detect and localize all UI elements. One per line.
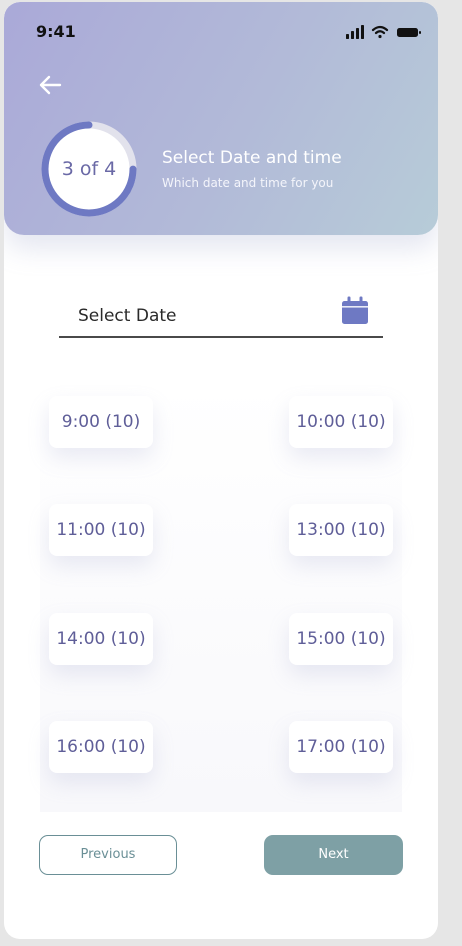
back-arrow-icon[interactable]	[38, 74, 62, 96]
time-slot[interactable]: 17:00 (10)	[289, 721, 393, 773]
time-slot[interactable]: 9:00 (10)	[49, 396, 153, 448]
date-underline	[59, 336, 383, 338]
status-time: 9:41	[36, 22, 76, 41]
calendar-icon[interactable]	[340, 295, 370, 325]
status-icons	[346, 25, 421, 39]
time-slot[interactable]: 14:00 (10)	[49, 613, 153, 665]
previous-button[interactable]: Previous	[39, 835, 177, 875]
wifi-icon	[371, 25, 389, 39]
time-slot[interactable]: 13:00 (10)	[289, 504, 393, 556]
time-slot[interactable]: 15:00 (10)	[289, 613, 393, 665]
signal-icon	[346, 25, 364, 39]
phone-screen: 9:41 3 of 4 Select Date and time Which d…	[4, 2, 438, 939]
select-date-field[interactable]: Select Date	[59, 290, 383, 340]
next-button[interactable]: Next	[264, 835, 403, 875]
time-slot[interactable]: 16:00 (10)	[49, 721, 153, 773]
step-progress-ring: 3 of 4	[38, 118, 140, 220]
time-slot[interactable]: 11:00 (10)	[49, 504, 153, 556]
progress-label: 3 of 4	[61, 158, 117, 180]
select-date-label: Select Date	[78, 306, 177, 326]
header: 9:41 3 of 4 Select Date and time Which d…	[4, 2, 438, 235]
page-subtitle: Which date and time for you	[162, 176, 334, 190]
battery-icon	[397, 28, 421, 37]
page-title: Select Date and time	[162, 148, 342, 168]
time-slot[interactable]: 10:00 (10)	[289, 396, 393, 448]
